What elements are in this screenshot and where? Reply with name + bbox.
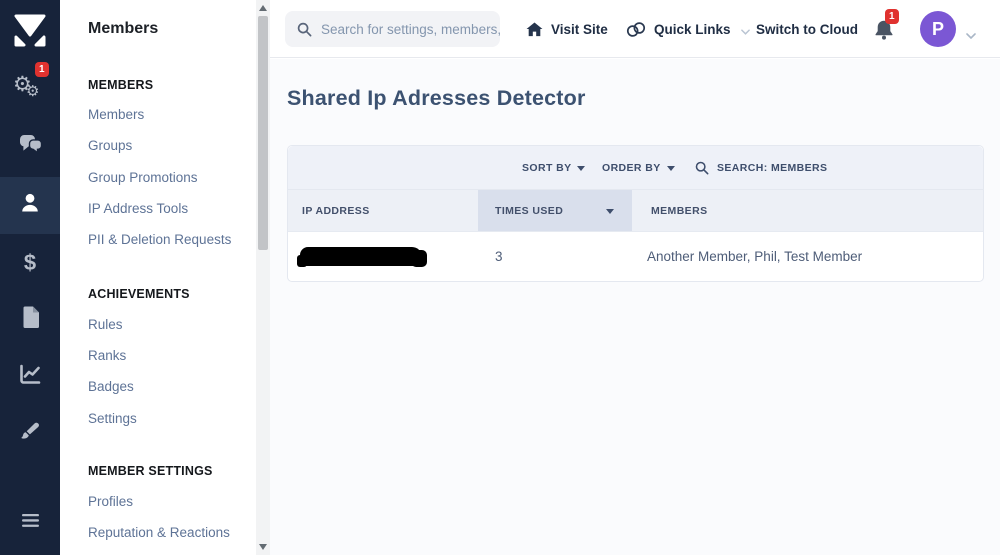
sidebar-item-stats[interactable] xyxy=(0,349,60,406)
switch-to-cloud-label: Switch to Cloud xyxy=(756,22,858,37)
global-search[interactable] xyxy=(285,11,500,47)
section-header-members: MEMBERS xyxy=(88,78,153,92)
column-header-ip-address[interactable]: IP ADDRESS xyxy=(288,190,478,231)
notifications-button[interactable]: 1 xyxy=(872,18,898,44)
order-by-label: ORDER BY xyxy=(602,162,661,174)
sort-by-label: SORT BY xyxy=(522,162,571,174)
sidebar-item-groups[interactable]: Groups xyxy=(88,138,132,153)
panel-title: Members xyxy=(88,20,158,38)
sidebar-item-reputation-reactions[interactable]: Reputation & Reactions xyxy=(88,525,230,540)
sort-desc-icon xyxy=(606,205,614,217)
sidebar-item-menu[interactable] xyxy=(0,494,60,551)
page-content: Shared Ip Adresses Detector SORT BY ORDE… xyxy=(270,59,1000,555)
home-icon xyxy=(526,22,543,37)
quick-links-button[interactable]: Quick Links xyxy=(626,0,750,58)
table-search-button[interactable]: SEARCH: MEMBERS xyxy=(695,146,827,190)
sidebar-item-commerce[interactable]: $ xyxy=(0,234,60,291)
menu-scrollbar[interactable] xyxy=(256,0,270,555)
sidebar-item-ranks[interactable]: Ranks xyxy=(88,348,126,363)
avatar-initial: P xyxy=(932,19,944,40)
chat-bubbles-icon xyxy=(17,133,44,162)
cell-times-used: 3 xyxy=(478,249,632,264)
sidebar-item-pages[interactable] xyxy=(0,291,60,348)
topbar: Visit Site Quick Links Switch to Cloud 1… xyxy=(270,0,1000,58)
sidebar-item-badges[interactable]: Badges xyxy=(88,379,134,394)
invision-logo-icon[interactable] xyxy=(11,10,49,48)
page-title: Shared Ip Adresses Detector xyxy=(287,86,586,111)
redacted-ip-blob xyxy=(300,247,422,266)
search-icon xyxy=(297,22,312,37)
brush-icon xyxy=(18,420,42,449)
caret-down-icon xyxy=(667,162,675,174)
sidebar-item-members-link[interactable]: Members xyxy=(88,107,144,122)
visit-site-button[interactable]: Visit Site xyxy=(526,0,608,58)
scroll-up-arrow-icon[interactable] xyxy=(259,5,267,11)
sidebar-item-ip-address-tools[interactable]: IP Address Tools xyxy=(88,201,188,216)
scrollbar-thumb[interactable] xyxy=(258,16,268,250)
search-icon xyxy=(695,161,709,175)
table-row[interactable]: 3 Another Member, Phil, Test Member xyxy=(288,232,983,281)
scroll-down-arrow-icon[interactable] xyxy=(259,544,267,550)
sidebar-item-members[interactable] xyxy=(0,177,60,234)
app-icon-sidebar: ⚙ ⚙ 1 $ xyxy=(0,0,60,555)
table-toolbar: SORT BY ORDER BY SEARCH: MEMBERS xyxy=(288,146,983,190)
sidebar-item-settings-link[interactable]: Settings xyxy=(88,411,137,426)
table-header-row: IP ADDRESS TIMES USED MEMBERS xyxy=(288,190,983,232)
switch-to-cloud-button[interactable]: Switch to Cloud xyxy=(756,0,858,58)
section-header-achievements: ACHIEVEMENTS xyxy=(88,287,190,301)
account-chevron-down-icon[interactable] xyxy=(966,26,976,44)
cell-ip-address xyxy=(288,247,478,266)
dollar-icon: $ xyxy=(24,250,36,276)
search-input[interactable] xyxy=(321,22,500,37)
sidebar-item-settings[interactable]: ⚙ ⚙ 1 xyxy=(0,61,60,118)
caret-down-icon xyxy=(577,162,585,174)
sidebar-item-profiles[interactable]: Profiles xyxy=(88,494,133,509)
sidebar-item-community[interactable] xyxy=(0,119,60,176)
chevron-down-icon xyxy=(741,23,750,38)
gears-icon: ⚙ ⚙ xyxy=(13,74,47,106)
members-menu-panel: Members MEMBERS Members Groups Group Pro… xyxy=(60,0,256,555)
hamburger-icon xyxy=(22,514,39,532)
shared-ip-table: SORT BY ORDER BY SEARCH: MEMBERS xyxy=(287,145,984,282)
settings-notification-badge: 1 xyxy=(35,62,49,77)
sidebar-item-pii-deletion-requests[interactable]: PII & Deletion Requests xyxy=(88,232,231,247)
notification-badge: 1 xyxy=(885,9,899,24)
sidebar-item-rules[interactable]: Rules xyxy=(88,317,123,332)
person-icon xyxy=(18,191,42,220)
document-icon xyxy=(20,305,41,334)
sidebar-item-group-promotions[interactable]: Group Promotions xyxy=(88,170,198,185)
main-area: Visit Site Quick Links Switch to Cloud 1… xyxy=(270,0,1000,555)
column-header-times-used[interactable]: TIMES USED xyxy=(478,190,632,231)
chart-icon xyxy=(18,364,42,391)
order-by-dropdown[interactable]: ORDER BY xyxy=(602,146,675,190)
quick-links-label: Quick Links xyxy=(654,22,731,37)
section-header-member-settings: MEMBER SETTINGS xyxy=(88,464,213,478)
sort-by-dropdown[interactable]: SORT BY xyxy=(522,146,585,190)
table-search-label: SEARCH: MEMBERS xyxy=(717,162,827,174)
cell-members: Another Member, Phil, Test Member xyxy=(632,249,983,264)
avatar[interactable]: P xyxy=(920,11,956,47)
visit-site-label: Visit Site xyxy=(551,22,608,37)
sidebar-item-customization[interactable] xyxy=(0,406,60,463)
times-used-label: TIMES USED xyxy=(495,205,563,217)
chain-link-icon xyxy=(626,21,646,38)
column-header-members[interactable]: MEMBERS xyxy=(632,190,983,231)
